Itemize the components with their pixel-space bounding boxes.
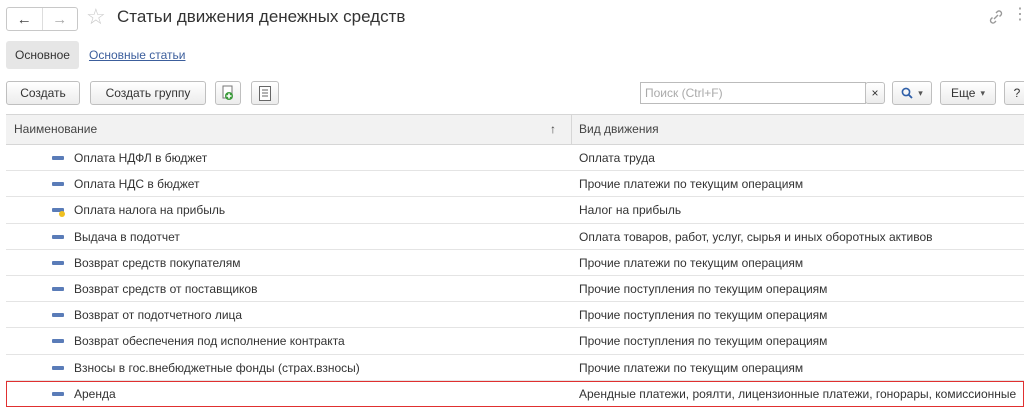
item-icon <box>52 182 64 187</box>
more-button[interactable]: Еще ▾ <box>940 81 996 105</box>
table-body: Оплата НДФЛ в бюджет Оплата труда Оплата Н… <box>6 145 1024 407</box>
cell-name: Оплата НДС в бюджет <box>74 177 200 192</box>
cell-kind: Прочие платежи по текущим операциям <box>579 177 804 192</box>
title-bar: ← → ☆ Статьи движения денежных средств ⋮ <box>0 0 1024 36</box>
column-divider[interactable] <box>571 115 572 144</box>
table-row[interactable]: Оплата НДС в бюджет Прочие платежи по тек… <box>6 171 1024 198</box>
cell-name: Возврат обеспечения под исполнение контр… <box>74 334 345 349</box>
item-tax-icon <box>52 208 65 218</box>
clear-search-button[interactable]: × <box>865 82 885 104</box>
form-tabs: Основное Основные статьи <box>6 40 185 70</box>
copy-item-button[interactable] <box>215 81 241 105</box>
cell-kind: Прочие поступления по текущим операциям <box>579 334 828 349</box>
search-icon <box>901 87 913 99</box>
items-table: Наименование ↑ Вид движения Оплата НДФЛ … <box>6 114 1024 407</box>
item-icon <box>52 365 64 370</box>
table-row[interactable]: Возврат средств от поставщиков Прочие пос… <box>6 276 1024 303</box>
cell-name: Возврат средств от поставщиков <box>74 281 258 296</box>
table-header: Наименование ↑ Вид движения <box>6 115 1024 145</box>
item-icon <box>52 156 64 160</box>
tab-main[interactable]: Основное <box>6 41 79 69</box>
table-row[interactable]: Аренда Арендные платежи, роялти, лицензио… <box>6 380 1024 407</box>
table-row[interactable]: Возврат от подотчетного лица Прочие посту… <box>6 302 1024 329</box>
add-document-icon <box>222 85 233 100</box>
table-row[interactable]: Выдача в подотчет Оплата товаров, работ, … <box>6 224 1024 250</box>
cell-name: Возврат средств покупателям <box>74 255 241 270</box>
cell-name: Выдача в подотчет <box>74 229 180 244</box>
item-icon <box>52 391 64 396</box>
item-icon <box>52 286 64 291</box>
cell-name: Оплата налога на прибыль <box>74 203 226 218</box>
list-view-button[interactable] <box>251 81 279 105</box>
help-button[interactable]: ? <box>1004 81 1024 105</box>
column-header-name[interactable]: Наименование <box>14 115 97 144</box>
cell-kind: Оплата труда <box>579 151 655 165</box>
column-header-kind[interactable]: Вид движения <box>579 115 659 144</box>
item-icon <box>52 260 64 265</box>
back-arrow-icon[interactable]: ← <box>7 8 42 30</box>
nav-buttons: ← → <box>6 7 78 31</box>
table-row[interactable]: Оплата НДФЛ в бюджет Оплата труда <box>6 145 1024 172</box>
create-button[interactable]: Создать <box>6 81 80 105</box>
search-button[interactable]: ▾ <box>892 81 932 105</box>
tab-main-articles-link[interactable]: Основные статьи <box>89 48 186 62</box>
search-input[interactable] <box>640 82 866 104</box>
table-row[interactable]: Взносы в гос.внебюджетные фонды (страх.в… <box>6 355 1024 381</box>
chevron-down-icon: ▾ <box>980 87 985 98</box>
cell-kind: Прочие поступления по текущим операциям <box>579 308 828 323</box>
cell-name: Оплата НДФЛ в бюджет <box>74 151 208 165</box>
more-button-label: Еще <box>951 86 976 100</box>
item-icon <box>52 339 64 344</box>
cell-kind: Прочие платежи по текущим операциям <box>579 360 804 375</box>
item-icon <box>52 313 64 318</box>
link-icon[interactable] <box>988 9 1004 29</box>
cell-name: Аренда <box>74 386 116 401</box>
sort-ascending-icon[interactable]: ↑ <box>550 115 556 144</box>
more-options-icon[interactable]: ⋮ <box>1012 5 1024 25</box>
chevron-down-icon: ▾ <box>918 87 923 98</box>
cell-kind: Налог на прибыль <box>579 203 682 218</box>
table-row[interactable]: Возврат средств покупателям Прочие платеж… <box>6 250 1024 276</box>
table-row[interactable]: Возврат обеспечения под исполнение контр… <box>6 328 1024 355</box>
item-icon <box>52 234 64 239</box>
forward-arrow-icon[interactable]: → <box>41 8 78 30</box>
cell-kind: Прочие поступления по текущим операциям <box>579 281 828 296</box>
table-row[interactable]: Оплата налога на прибыль Налог на прибыль <box>6 197 1024 224</box>
cell-name: Возврат от подотчетного лица <box>74 308 243 323</box>
cell-kind: Арендные платежи, роялти, лицензионные п… <box>579 386 1017 401</box>
cell-name: Взносы в гос.внебюджетные фонды (страх.в… <box>74 360 360 375</box>
favorite-star-icon[interactable]: ☆ <box>86 5 106 29</box>
toolbar: Создать Создать группу × ▾ Еще ▾ ? <box>0 81 1024 107</box>
page-title: Статьи движения денежных средств <box>117 7 406 26</box>
cell-kind: Оплата товаров, работ, услуг, сырья и ин… <box>579 229 933 244</box>
list-icon <box>259 85 271 101</box>
cell-kind: Прочие платежи по текущим операциям <box>579 255 804 270</box>
create-group-button[interactable]: Создать группу <box>90 81 206 105</box>
